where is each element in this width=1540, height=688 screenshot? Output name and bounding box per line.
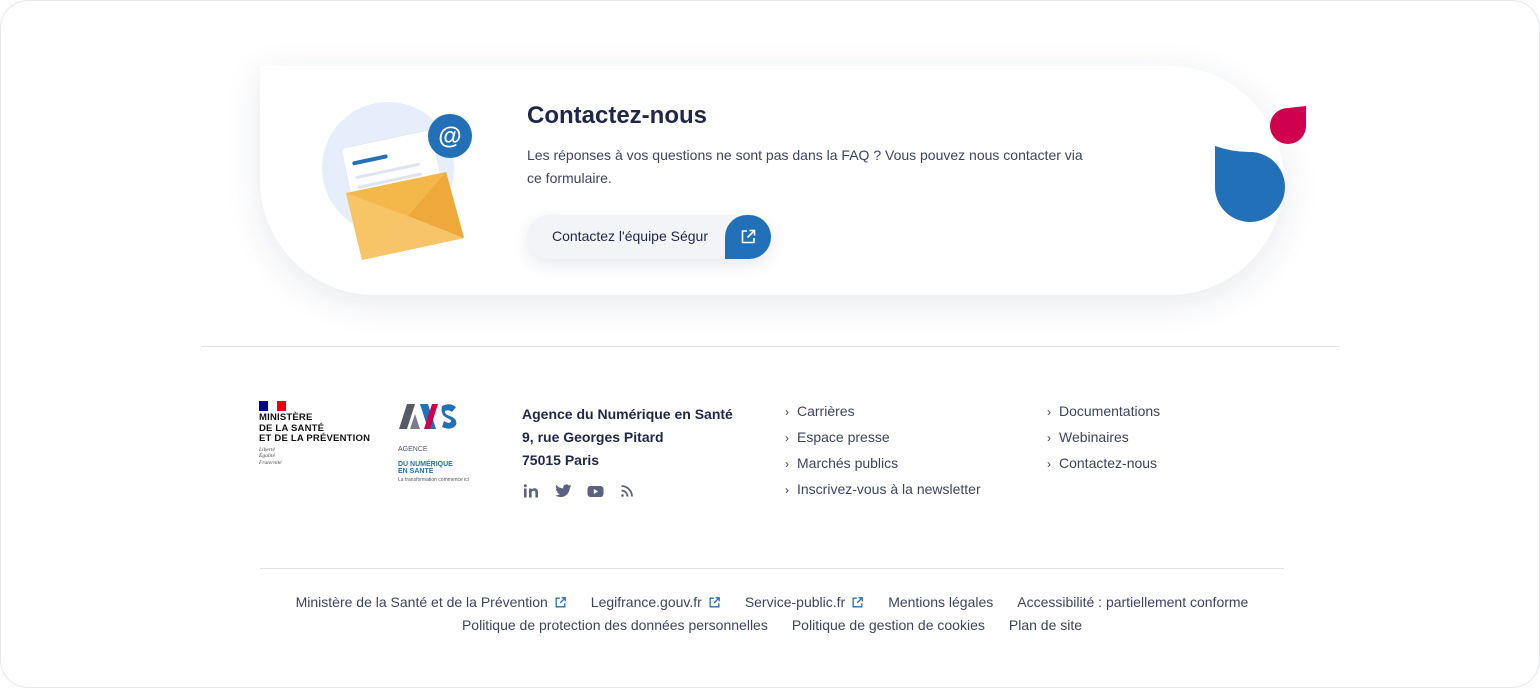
svg-text:@: @ — [438, 123, 461, 150]
footer-divider — [201, 346, 1340, 347]
rss-icon[interactable] — [618, 482, 636, 500]
footer-link-webinars[interactable]: › Webinaires — [1047, 425, 1160, 451]
legal-links: Ministère de la Santé et de la Préventio… — [260, 591, 1284, 637]
contact-card: @ Contactez-nous Les réponses à vos ques… — [260, 66, 1284, 295]
ministry-motto: Liberté Égalité Fraternité — [259, 446, 282, 466]
footer-link-label: Marchés publics — [797, 455, 899, 471]
link-legal-notice[interactable]: Mentions légales — [888, 591, 993, 614]
envelope-email-icon: @ — [322, 102, 472, 260]
footer-link-label: Inscrivez-vous à la newsletter — [797, 481, 981, 497]
chevron-right-icon: › — [785, 405, 789, 419]
footer-link-careers[interactable]: › Carrières — [785, 399, 981, 425]
contact-title: Contactez-nous — [527, 102, 707, 129]
footer-link-label: Documentations — [1059, 403, 1161, 419]
link-label: Legifrance.gouv.fr — [590, 594, 702, 610]
footer-link-label: Webinaires — [1059, 429, 1129, 445]
agency-street: 9, rue Georges Pitard — [522, 429, 664, 445]
link-sitemap[interactable]: Plan de site — [1009, 614, 1082, 637]
ministry-name: MINISTÈRE DE LA SANTÉ ET DE LA PRÉVENTIO… — [259, 412, 371, 444]
link-label: Ministère de la Santé et de la Préventio… — [295, 594, 548, 610]
legal-links-row-2: Politique de protection des données pers… — [260, 614, 1284, 637]
link-legifrance[interactable]: Legifrance.gouv.fr — [591, 591, 721, 614]
chevron-right-icon: › — [785, 457, 789, 471]
footer-links-column-b: › Documentations › Webinaires › Contactez-n… — [1047, 399, 1160, 477]
ans-logo[interactable]: AGENCE DU NUMÉRIQUE EN SANTÉ La transfor… — [398, 402, 498, 483]
link-service-public[interactable]: Service-public.fr — [745, 591, 864, 614]
twitter-icon[interactable] — [554, 482, 572, 500]
ans-logo-mark-icon — [399, 404, 457, 429]
link-label: Politique de gestion de cookies — [791, 617, 985, 633]
link-privacy-policy[interactable]: Politique de protection des données pers… — [462, 614, 768, 637]
agency-city: 75015 Paris — [522, 452, 600, 468]
link-label: Mentions légales — [888, 594, 994, 610]
footer-link-newsletter[interactable]: › Inscrivez-vous à la newsletter — [785, 477, 981, 503]
bottom-divider — [260, 568, 1284, 569]
external-link-icon — [725, 215, 771, 259]
external-link-icon — [555, 597, 566, 608]
external-link-icon — [709, 597, 720, 608]
brand-drops-decoration — [1214, 106, 1306, 222]
chevron-right-icon: › — [1047, 431, 1051, 445]
agency-name: Agence du Numérique en Santé — [522, 406, 733, 422]
footer-link-contact[interactable]: › Contactez-nous — [1047, 451, 1160, 477]
linkedin-icon[interactable] — [522, 482, 540, 500]
ans-name-line1: AGENCE — [398, 445, 428, 453]
footer-link-label: Carrières — [797, 403, 855, 419]
ans-tagline: La transformation commence ici — [398, 476, 469, 483]
footer-link-label: Espace presse — [797, 429, 890, 445]
link-label: Accessibilité : partiellement conforme — [1017, 594, 1249, 610]
footer-link-press[interactable]: › Espace presse — [785, 425, 981, 451]
contact-team-button[interactable]: Contactez l'équipe Ségur — [527, 215, 771, 259]
contact-team-button-label: Contactez l'équipe Ségur — [552, 228, 708, 244]
ans-name-line2: DU NUMÉRIQUE EN SANTÉ — [398, 460, 453, 476]
ans-name: AGENCE DU NUMÉRIQUE EN SANTÉ — [398, 438, 498, 476]
chevron-right-icon: › — [1047, 405, 1051, 419]
youtube-icon[interactable] — [586, 482, 604, 500]
link-accessibility[interactable]: Accessibilité : partiellement conforme — [1017, 591, 1248, 614]
footer-links-column-a: › Carrières › Espace presse › Marchés publi… — [785, 399, 981, 503]
chevron-right-icon: › — [785, 431, 789, 445]
link-label: Plan de site — [1008, 617, 1083, 633]
external-link-icon — [852, 597, 864, 608]
footer-link-documentation[interactable]: › Documentations — [1047, 399, 1160, 425]
agency-address: Agence du Numérique en Santé 9, rue Geor… — [522, 403, 733, 472]
social-links — [522, 482, 636, 500]
ministry-logo[interactable]: MINISTÈRE DE LA SANTÉ ET DE LA PRÉVENTIO… — [259, 401, 389, 471]
french-flag-icon — [259, 401, 286, 411]
footer-link-public-markets[interactable]: › Marchés publics — [785, 451, 981, 477]
chevron-right-icon: › — [785, 483, 789, 497]
link-label: Politique de protection des données pers… — [461, 617, 768, 633]
footer-link-label: Contactez-nous — [1059, 455, 1158, 471]
link-label: Service-public.fr — [744, 594, 846, 610]
contact-description: Les réponses à vos questions ne sont pas… — [527, 147, 1083, 186]
link-ministry[interactable]: Ministère de la Santé et de la Préventio… — [296, 591, 567, 614]
legal-links-row-1: Ministère de la Santé et de la Préventio… — [260, 591, 1284, 614]
link-cookie-policy[interactable]: Politique de gestion de cookies — [792, 614, 985, 637]
chevron-right-icon: › — [1047, 457, 1051, 471]
